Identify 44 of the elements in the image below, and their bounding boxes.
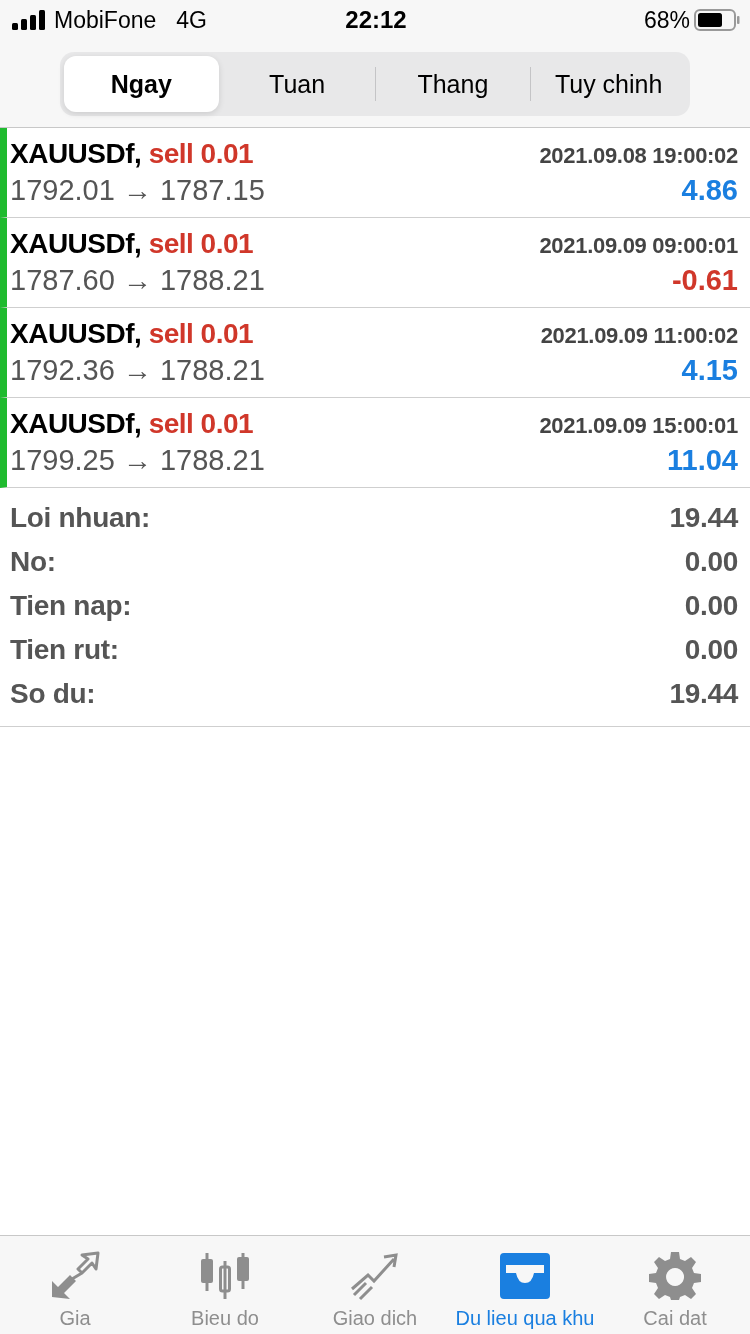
- trade-row[interactable]: XAUUSDf, sell 0.01 2021.09.08 19:00:02 1792.01 → 1787.15 4.86: [0, 128, 750, 218]
- summary-label: Tien rut:: [10, 634, 119, 666]
- summary-label: Loi nhuan:: [10, 502, 151, 534]
- summary-label: Tien nap:: [10, 590, 132, 622]
- trade-time: 2021.09.09 09:00:01: [539, 233, 738, 259]
- summary-value: 0.00: [684, 634, 738, 666]
- network-type: 4G: [176, 6, 207, 34]
- period-tab[interactable]: Tuy chinh: [531, 56, 686, 112]
- period-tab[interactable]: Tuan: [219, 56, 375, 112]
- trade-row[interactable]: XAUUSDf, sell 0.01 2021.09.09 09:00:01 1787.60 → 1788.21 -0.61: [0, 218, 750, 308]
- battery-icon: [694, 9, 740, 31]
- signal-icon: [12, 10, 46, 30]
- trade-profit: 4.86: [681, 174, 738, 207]
- trade-prices: 1792.36 → 1788.21: [10, 354, 265, 387]
- trade-prices: 1792.01 → 1787.15: [10, 174, 265, 207]
- period-tab[interactable]: Ngay: [64, 56, 219, 112]
- clock-time: 22:12: [345, 6, 407, 34]
- summary-value: 0.00: [684, 546, 738, 578]
- trade-title: XAUUSDf, sell 0.01: [10, 138, 254, 170]
- trade-time: 2021.09.09 11:00:02: [540, 323, 738, 349]
- summary-value: 19.44: [669, 678, 738, 710]
- candlestick-icon: [198, 1251, 252, 1301]
- carrier-name: MobiFone: [54, 6, 157, 34]
- trade-row[interactable]: XAUUSDf, sell 0.01 2021.09.09 11:00:02 1792.36 → 1788.21 4.15: [0, 308, 750, 398]
- trade-profit: -0.61: [671, 264, 738, 297]
- summary-label: So du:: [10, 678, 96, 710]
- trade-time: 2021.09.09 15:00:01: [539, 413, 738, 439]
- trade-profit: 11.04: [667, 444, 738, 477]
- trade-prices: 1787.60 → 1788.21: [10, 264, 265, 297]
- trade-title: XAUUSDf, sell 0.01: [10, 318, 254, 350]
- trade-title: XAUUSDf, sell 0.01: [10, 408, 254, 440]
- trade-title: XAUUSDf, sell 0.01: [10, 228, 254, 260]
- tab-bar-item[interactable]: Du lieu qua khu: [450, 1236, 600, 1334]
- gear-icon: [648, 1251, 702, 1301]
- inbox-tray-icon: [498, 1251, 552, 1301]
- summary-value: 0.00: [684, 590, 738, 622]
- summary-value: 19.44: [669, 502, 738, 534]
- trade-profit: 4.15: [681, 354, 738, 387]
- battery-percent: 68%: [643, 6, 690, 34]
- trade-time: 2021.09.08 19:00:02: [539, 143, 738, 169]
- trade-row[interactable]: XAUUSDf, sell 0.01 2021.09.09 15:00:01 1799.25 → 1788.21 11.04: [0, 398, 750, 488]
- trade-prices: 1799.25 → 1788.21: [10, 444, 265, 477]
- summary-label: No:: [10, 546, 56, 578]
- period-tab[interactable]: Thang: [375, 56, 531, 112]
